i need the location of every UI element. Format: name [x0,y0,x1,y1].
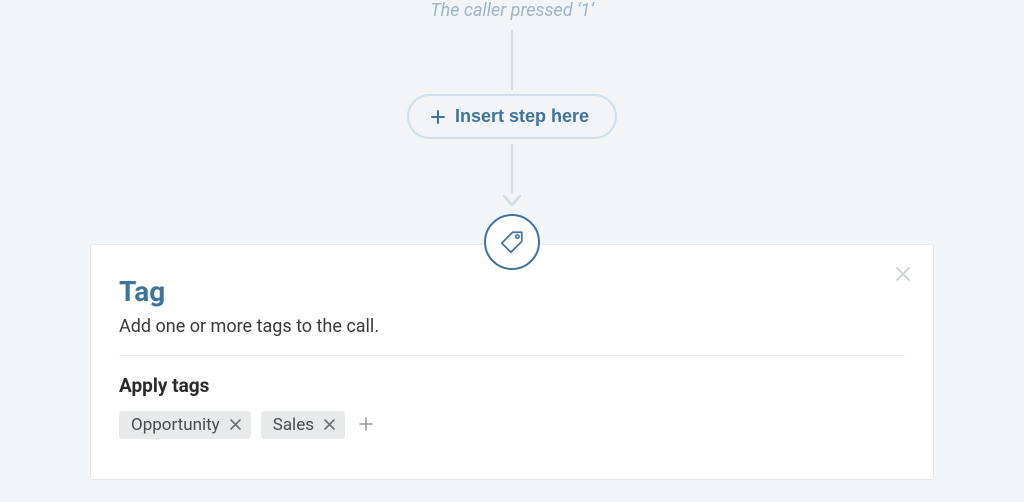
tag-step-card: Tag Add one or more tags to the call. Ap… [90,244,934,480]
flow-connector [511,144,513,194]
tag-list: Opportunity Sales [119,411,905,439]
x-icon [324,418,335,433]
plus-icon [431,110,445,124]
tag-chip[interactable]: Sales [261,411,345,439]
remove-tag-button[interactable] [324,418,335,433]
card-title: Tag [119,275,905,308]
divider [119,355,905,356]
close-icon [895,266,911,285]
card-description: Add one or more tags to the call. [119,316,905,337]
add-tag-button[interactable] [355,414,377,436]
tag-label: Sales [273,415,314,435]
insert-step-button[interactable]: Insert step here [407,94,617,139]
call-flow-canvas: The caller pressed ‘1’ Insert step here [0,0,1024,502]
tag-label: Opportunity [131,415,220,435]
arrow-down-icon [502,194,522,208]
tag-chip[interactable]: Opportunity [119,411,251,439]
flow-caption: The caller pressed ‘1’ [0,0,1024,21]
apply-tags-heading: Apply tags [119,374,905,397]
x-icon [230,418,241,433]
remove-tag-button[interactable] [230,418,241,433]
plus-icon [359,417,373,434]
close-button[interactable] [889,261,917,289]
flow-connector [511,30,513,90]
tag-node-icon [484,214,540,270]
insert-step-label: Insert step here [455,106,589,127]
